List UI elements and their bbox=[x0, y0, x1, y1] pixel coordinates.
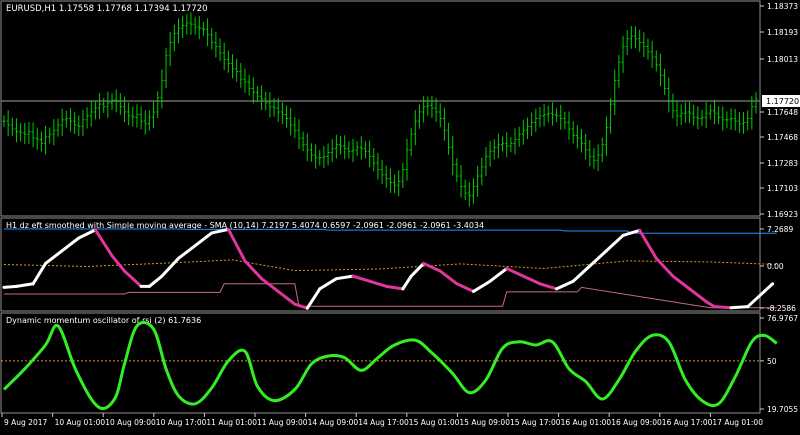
time-tick-label: 10 Aug 17:00 bbox=[156, 418, 207, 427]
time-tick-label: 14 Aug 09:00 bbox=[308, 418, 359, 427]
time-tick-label: 15 Aug 09:00 bbox=[459, 418, 510, 427]
price-tick-label: 1.17468 bbox=[767, 133, 798, 142]
price-tick-label: 1.18373 bbox=[767, 2, 798, 11]
current-price-label: 1.17720 bbox=[766, 97, 799, 106]
time-tick-label: 15 Aug 17:00 bbox=[510, 418, 561, 427]
price-tick-label: 1.18013 bbox=[767, 55, 798, 64]
eft-segment bbox=[729, 305, 750, 310]
oscillator-tick-label: 76.9767 bbox=[767, 314, 798, 323]
time-tick-label: 15 Aug 01:00 bbox=[409, 418, 460, 427]
time-tick-label: 11 Aug 09:00 bbox=[257, 418, 308, 427]
time-tick-label: 9 Aug 2017 bbox=[4, 418, 47, 427]
time-tick-label: 11 Aug 01:00 bbox=[206, 418, 257, 427]
time-tick-label: 16 Aug 17:00 bbox=[662, 418, 713, 427]
eft-segment bbox=[2, 284, 18, 289]
price-tick-label: 1.18193 bbox=[767, 28, 798, 37]
indicator-tick-label: 7.2689 bbox=[767, 225, 793, 234]
price-tick-label: 1.17283 bbox=[767, 159, 798, 168]
symbol-label: EURUSD,H1 1.17558 1.17768 1.17394 1.1772… bbox=[6, 4, 208, 14]
eft-segment bbox=[712, 305, 733, 310]
time-tick-label: 16 Aug 01:00 bbox=[561, 418, 612, 427]
time-tick-label: 16 Aug 09:00 bbox=[611, 418, 662, 427]
oscillator-tick-label: 19.7055 bbox=[767, 405, 798, 414]
oscillator-tick-label: 50 bbox=[767, 357, 777, 366]
time-tick-label: 17 Aug 01:00 bbox=[712, 418, 763, 427]
time-tick-label: 14 Aug 17:00 bbox=[358, 418, 409, 427]
time-tick-label: 10 Aug 09:00 bbox=[105, 418, 156, 427]
time-tick-label: 10 Aug 01:00 bbox=[55, 418, 106, 427]
price-tick-label: 1.17648 bbox=[767, 108, 798, 117]
indicator-tick-label: -8.2586 bbox=[767, 304, 796, 313]
price-tick-label: 1.17103 bbox=[767, 184, 798, 193]
indicator-tick-label: 0.00 bbox=[767, 262, 784, 271]
price-tick-label: 1.16923 bbox=[767, 210, 798, 219]
chart-canvas[interactable]: EURUSD,H1 1.17558 1.17768 1.17394 1.1772… bbox=[0, 0, 800, 431]
oscillator-title: Dynamic momentum oscillator of rsi (2) 6… bbox=[6, 316, 201, 325]
trading-chart[interactable]: EURUSD,H1 1.17558 1.17768 1.17394 1.1772… bbox=[0, 0, 800, 431]
